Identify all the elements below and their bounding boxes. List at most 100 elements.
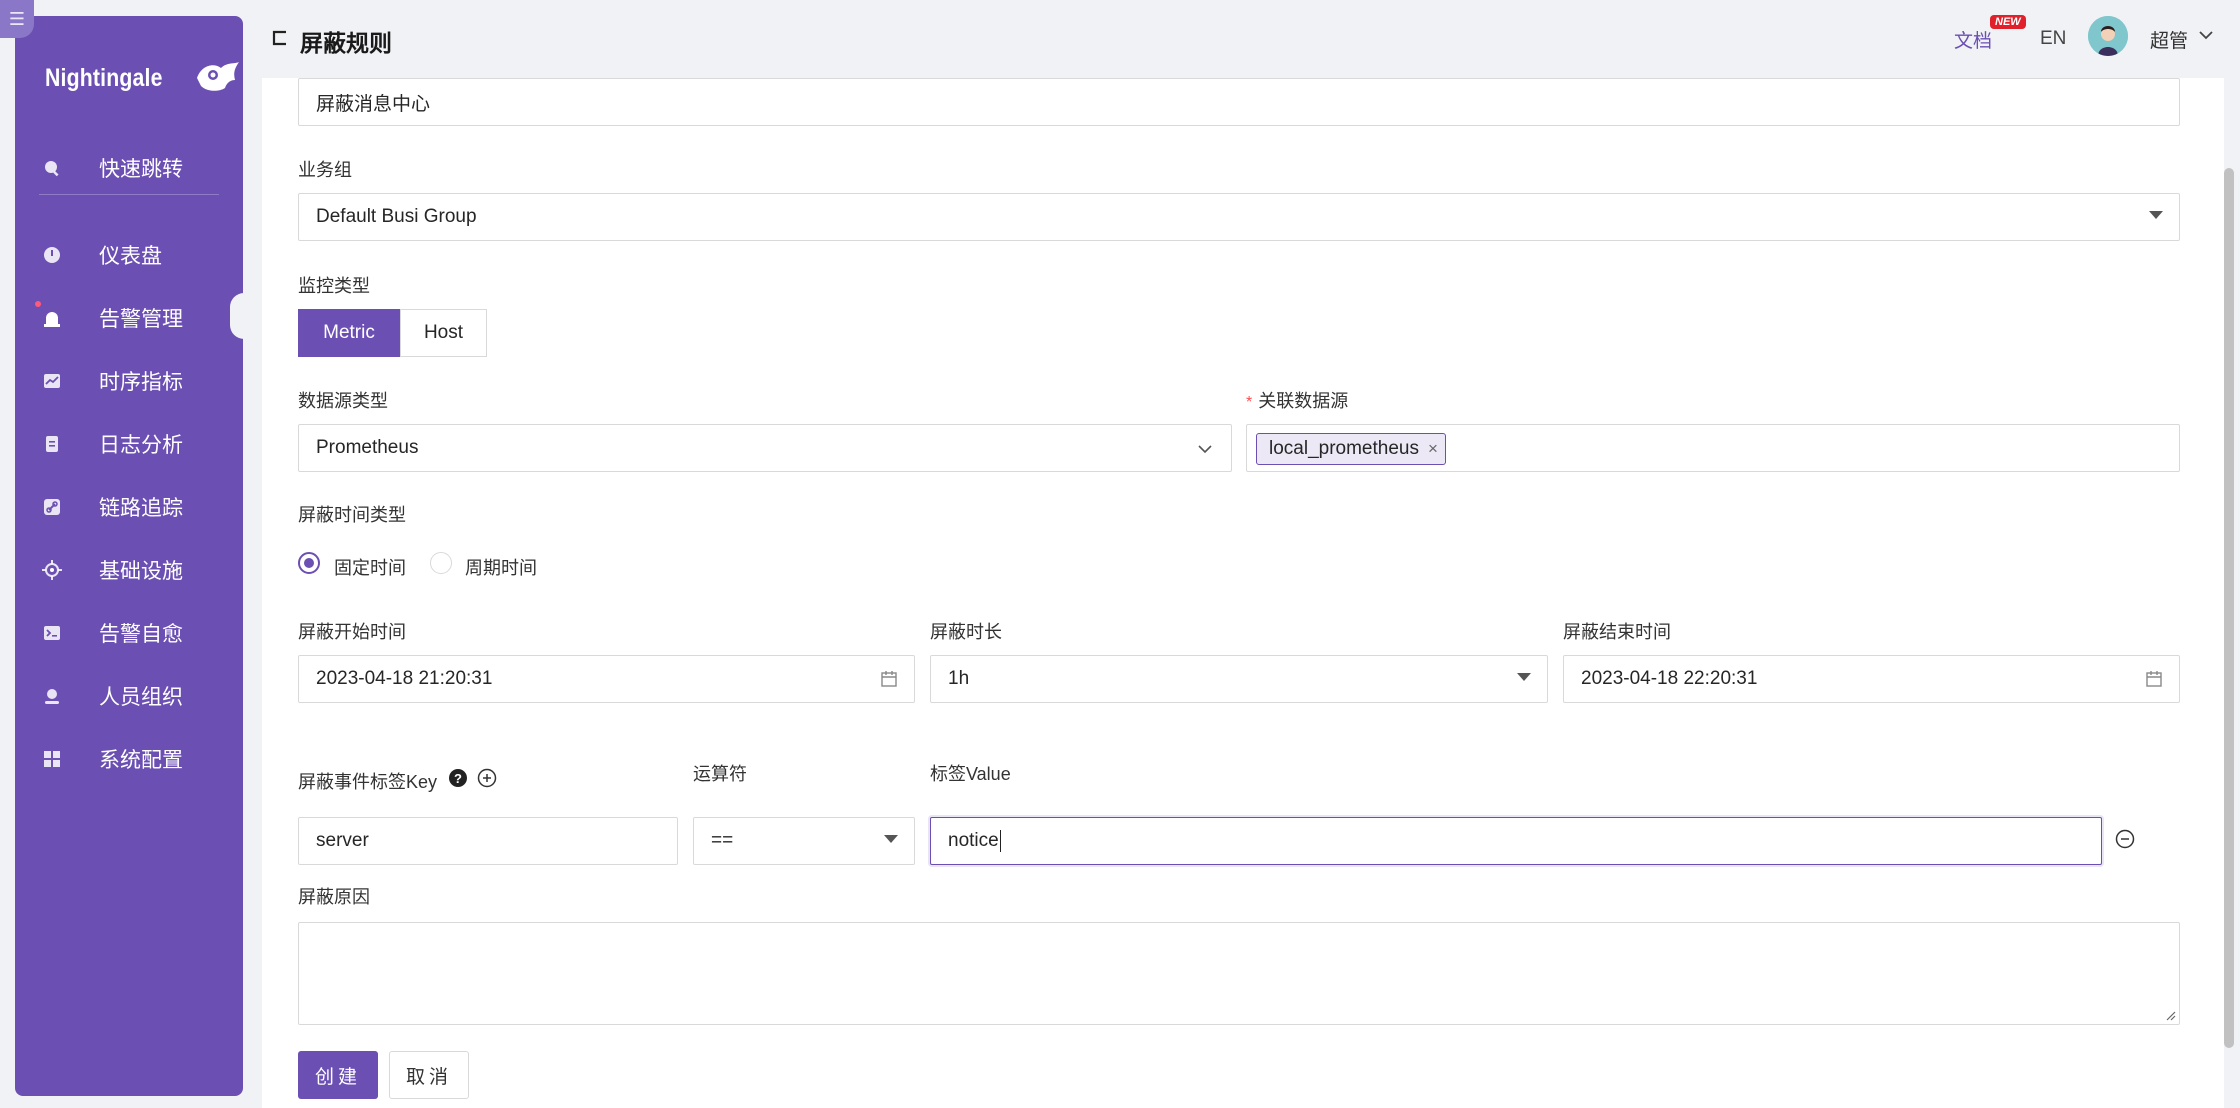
- page-title: 屏蔽规则: [300, 30, 392, 56]
- required-mark: *: [1246, 394, 1253, 411]
- grid-icon: [41, 748, 63, 770]
- dashboard-icon: [41, 244, 63, 266]
- resize-handle-icon[interactable]: [2164, 1009, 2176, 1021]
- tag-value-label: 标签Value: [930, 764, 1011, 784]
- monitor-type-metric[interactable]: Metric: [298, 309, 400, 357]
- radio-periodic-time-label[interactable]: 周期时间: [465, 554, 537, 580]
- sidebar-divider: [39, 194, 219, 195]
- start-time-label: 屏蔽开始时间: [298, 622, 406, 642]
- tag-key-input[interactable]: server: [298, 817, 678, 865]
- cancel-button[interactable]: 取消: [389, 1051, 469, 1099]
- sidebar-item-tracing[interactable]: 链路追踪: [15, 482, 243, 532]
- tag-value-input[interactable]: notice: [930, 817, 2102, 865]
- busi-group-value: Default Busi Group: [316, 206, 477, 227]
- start-time-value: 2023-04-18 21:20:31: [316, 668, 493, 689]
- busi-group-label: 业务组: [298, 160, 352, 180]
- datasource-tag-label: local_prometheus: [1269, 438, 1419, 459]
- datasource-type-select[interactable]: Prometheus: [298, 424, 1232, 472]
- sidebar: Nightingale 快速跳转 仪表盘 告警管理 时序指标 日志分析 链路追踪…: [15, 16, 244, 1096]
- datasource-type-value: Prometheus: [316, 437, 419, 458]
- datasource-label: * 关联数据源: [1246, 387, 1348, 413]
- radio-periodic-time[interactable]: [430, 552, 452, 574]
- tag-value-value: notice: [948, 830, 999, 851]
- sidebar-item-dashboard[interactable]: 仪表盘: [15, 230, 243, 280]
- logo-text: Nightingale: [45, 63, 163, 92]
- sidebar-item-label: 快速跳转: [99, 158, 183, 181]
- sidebar-item-quick-jump[interactable]: 快速跳转: [15, 143, 243, 193]
- reason-textarea[interactable]: [298, 922, 2180, 1025]
- user-icon: [41, 685, 63, 707]
- duration-select[interactable]: 1h: [930, 655, 1548, 703]
- terminal-icon: [41, 622, 63, 644]
- operator-select[interactable]: ==: [693, 817, 915, 865]
- sidebar-item-self-heal[interactable]: 告警自愈: [15, 608, 243, 658]
- monitor-type-label: 监控类型: [298, 276, 370, 296]
- time-type-label: 屏蔽时间类型: [298, 505, 406, 525]
- back-icon[interactable]: [270, 28, 290, 48]
- caret-down-icon: [884, 835, 898, 843]
- sidebar-item-label: 时序指标: [99, 371, 183, 394]
- sidebar-item-settings[interactable]: 系统配置: [15, 734, 243, 784]
- busi-group-select[interactable]: Default Busi Group: [298, 193, 2180, 241]
- remove-circle-icon[interactable]: [2115, 829, 2135, 849]
- sidebar-item-label: 链路追踪: [99, 497, 183, 520]
- note-input[interactable]: 屏蔽消息中心: [298, 78, 2180, 126]
- sidebar-item-label: 系统配置: [99, 749, 183, 772]
- close-icon[interactable]: ×: [1428, 439, 1438, 459]
- monitor-type-host[interactable]: Host: [400, 309, 487, 357]
- operator-value: ==: [711, 830, 734, 851]
- log-icon: [41, 433, 63, 455]
- language-switch[interactable]: EN: [2040, 28, 2066, 50]
- avatar[interactable]: [2088, 16, 2128, 56]
- sidebar-item-label: 告警管理: [99, 308, 183, 331]
- sidebar-item-label: 人员组织: [99, 686, 183, 709]
- sidebar-item-label: 告警自愈: [99, 623, 183, 646]
- menu-toggle-icon[interactable]: ☰: [0, 0, 34, 38]
- tag-key-value: server: [316, 830, 369, 851]
- caret-down-icon: [2149, 211, 2163, 219]
- sidebar-item-alarm[interactable]: 告警管理: [15, 293, 243, 343]
- radio-fixed-time[interactable]: [298, 552, 320, 574]
- duration-label: 屏蔽时长: [930, 622, 1002, 642]
- sidebar-item-logs[interactable]: 日志分析: [15, 419, 243, 469]
- datasource-type-label: 数据源类型: [298, 391, 388, 411]
- docs-link[interactable]: 文档: [1954, 26, 1992, 53]
- calendar-icon: [2146, 671, 2162, 687]
- create-button[interactable]: 创建: [298, 1051, 378, 1099]
- sidebar-item-metrics[interactable]: 时序指标: [15, 356, 243, 406]
- new-badge: NEW: [1990, 15, 2026, 29]
- chart-icon: [41, 370, 63, 392]
- nightingale-logo-icon: [197, 62, 240, 91]
- start-time-picker[interactable]: 2023-04-18 21:20:31: [298, 655, 915, 703]
- datasource-tag: local_prometheus ×: [1256, 433, 1446, 465]
- end-time-label: 屏蔽结束时间: [1563, 622, 1671, 642]
- crosshair-icon: [41, 559, 63, 581]
- end-time-picker[interactable]: 2023-04-18 22:20:31: [1563, 655, 2180, 703]
- operator-label: 运算符: [693, 764, 747, 784]
- duration-value: 1h: [948, 668, 970, 689]
- help-icon[interactable]: ?: [448, 768, 468, 788]
- search-icon: [41, 157, 63, 179]
- add-circle-icon[interactable]: [477, 768, 497, 788]
- chevron-down-icon[interactable]: [2197, 26, 2215, 44]
- logo: Nightingale: [45, 58, 241, 98]
- alarm-icon: [41, 307, 63, 329]
- scrollbar[interactable]: [2224, 168, 2234, 1048]
- header: 屏蔽规则 文档 NEW EN 超管: [262, 0, 2240, 78]
- active-indicator: [230, 293, 244, 339]
- datasource-label-text: 关联数据源: [1258, 391, 1349, 411]
- end-time-value: 2023-04-18 22:20:31: [1581, 668, 1758, 689]
- sidebar-item-label: 仪表盘: [99, 245, 162, 268]
- link-icon: [41, 496, 63, 518]
- caret-down-icon: [1517, 673, 1531, 681]
- reason-label: 屏蔽原因: [298, 887, 370, 907]
- svg-text:?: ?: [454, 771, 462, 786]
- sidebar-item-users[interactable]: 人员组织: [15, 671, 243, 721]
- sidebar-item-label: 日志分析: [99, 434, 183, 457]
- sidebar-item-infra[interactable]: 基础设施: [15, 545, 243, 595]
- text-cursor: [999, 830, 1001, 852]
- note-input-value: 屏蔽消息中心: [316, 93, 431, 115]
- chevron-down-icon: [1198, 445, 1212, 454]
- radio-fixed-time-label[interactable]: 固定时间: [334, 554, 406, 580]
- user-name[interactable]: 超管: [2150, 26, 2188, 53]
